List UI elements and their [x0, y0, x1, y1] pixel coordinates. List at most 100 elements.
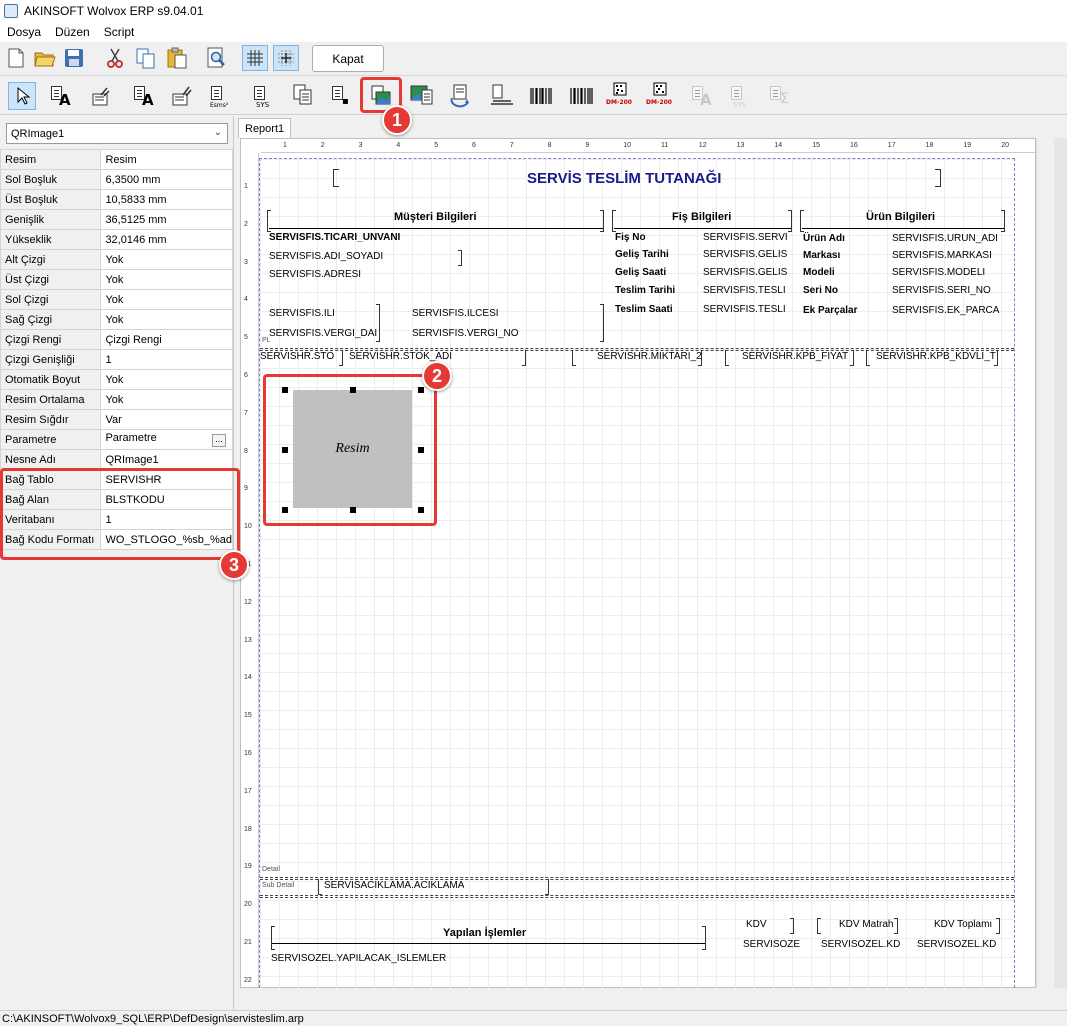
letter-a-icon-3: A: [700, 91, 712, 109]
property-row[interactable]: Resim Ortalama Yok: [0, 389, 233, 410]
property-row[interactable]: Parametre Parametre...: [0, 429, 233, 450]
barcode2-tool[interactable]: [568, 82, 596, 110]
property-value[interactable]: Yok: [100, 249, 233, 270]
property-row[interactable]: Çizgi Genişliği 1: [0, 349, 233, 370]
disabled-text-tool: A: [688, 82, 716, 110]
preview-button[interactable]: [203, 45, 229, 71]
ruler-tick-label: 17: [887, 142, 896, 149]
property-value[interactable]: Yok: [100, 309, 233, 330]
property-value[interactable]: Yok: [100, 269, 233, 290]
ruler-tick-label: 2: [320, 142, 325, 149]
bottom-scroll-area: [240, 988, 1054, 1008]
property-row[interactable]: Resim Resim: [0, 149, 233, 170]
ruler-tick-label: 16: [244, 750, 252, 757]
property-key: Çizgi Rengi: [0, 329, 102, 350]
db-text-tool[interactable]: A: [130, 82, 158, 110]
chevron-down-icon[interactable]: ⌄: [214, 127, 222, 138]
highlight-image-control: [263, 374, 437, 526]
ruler-tick-label: 4: [396, 142, 401, 149]
property-value[interactable]: Yok: [100, 389, 233, 410]
property-value-text: QRImage1: [105, 453, 159, 466]
property-row[interactable]: Genişlik 36,5125 mm: [0, 209, 233, 230]
db-image-tool[interactable]: [408, 82, 436, 110]
property-value[interactable]: 6,3500 mm: [100, 169, 233, 190]
property-row[interactable]: Nesne Adı QRImage1: [0, 449, 233, 470]
datamatrix-tool[interactable]: DM-200: [606, 82, 634, 110]
sys-label-2: SYS: [733, 101, 747, 109]
ruler-tick-label: 10: [623, 142, 631, 149]
property-row[interactable]: Alt Çizgi Yok: [0, 249, 233, 270]
property-row[interactable]: Sağ Çizgi Yok: [0, 309, 233, 330]
ruler-tick-label: 13: [244, 636, 252, 644]
property-value[interactable]: Resim: [100, 149, 233, 170]
property-value[interactable]: 32,0146 mm: [100, 229, 233, 250]
db-label-tool[interactable]: [90, 82, 118, 110]
grid-toggle-button[interactable]: [242, 45, 268, 71]
pointer-tool[interactable]: [8, 82, 36, 110]
property-value[interactable]: 1: [100, 349, 233, 370]
menu-script[interactable]: Script: [97, 25, 142, 39]
property-row[interactable]: Sol Çizgi Yok: [0, 289, 233, 310]
memo-tool[interactable]: [290, 82, 318, 110]
ruler-tick-label: 13: [736, 142, 745, 149]
property-value[interactable]: Yok: [100, 369, 233, 390]
datamatrix2-tool[interactable]: DM-200: [646, 82, 674, 110]
tab-report1[interactable]: Report1: [238, 118, 292, 138]
property-value[interactable]: Çizgi Rengi: [100, 329, 233, 350]
window-title: AKINSOFT Wolvox ERP s9.04.01: [24, 4, 204, 18]
property-row[interactable]: Yükseklik 32,0146 mm: [0, 229, 233, 250]
sysdata-tool[interactable]: SYS: [250, 82, 278, 110]
status-path: C:\AKINSOFT\Wolvox9_SQL\ERP\DefDesign\se…: [2, 1013, 304, 1025]
property-value[interactable]: 10,5833 mm: [100, 189, 233, 210]
highlight-binding-props: [0, 468, 240, 560]
cut-button[interactable]: [102, 45, 128, 71]
report-design-area[interactable]: 1 2 3 4 5 6 7 8 9 10 11 12 13 14 15 16 17 18 19 20 12345678…: [240, 138, 1036, 988]
property-value-text: Var: [105, 413, 122, 426]
ruler-tick-label: 7: [509, 142, 514, 149]
label-tool[interactable]: A: [47, 82, 75, 110]
copy-button[interactable]: [133, 45, 159, 71]
property-row[interactable]: Otomatik Boyut Yok: [0, 369, 233, 390]
property-value[interactable]: 36,5125 mm: [100, 209, 233, 230]
property-value[interactable]: Var: [100, 409, 233, 430]
property-key: Resim Ortalama: [0, 389, 102, 410]
esms-tool[interactable]: Esms²: [207, 82, 235, 110]
snap-grid-button[interactable]: [273, 45, 299, 71]
property-value-text: 6,3500 mm: [105, 173, 161, 186]
property-row[interactable]: Çizgi Rengi Çizgi Rengi: [0, 329, 233, 350]
property-row[interactable]: Üst Boşluk 10,5833 mm: [0, 189, 233, 210]
property-key: Sol Boşluk: [0, 169, 102, 190]
ruler-tick-label: 12: [244, 598, 252, 606]
property-value[interactable]: Yok: [100, 289, 233, 310]
property-row[interactable]: Sol Boşluk 6,3500 mm: [0, 169, 233, 190]
object-selector[interactable]: QRImage1 ⌄: [6, 123, 228, 144]
property-row[interactable]: Resim Sığdır Var: [0, 409, 233, 430]
expr-tool[interactable]: [170, 82, 198, 110]
ruler-tick-label: 14: [774, 142, 783, 149]
right-edge: [1054, 138, 1067, 988]
paste-button[interactable]: [164, 45, 190, 71]
grid-icon: [247, 50, 263, 66]
property-value[interactable]: QRImage1: [100, 449, 233, 470]
save-button[interactable]: [61, 45, 87, 71]
menu-duzen[interactable]: Düzen: [48, 25, 97, 39]
property-row[interactable]: Üst Çizgi Yok: [0, 269, 233, 290]
menu-dosya[interactable]: Dosya: [0, 25, 48, 39]
ruler-tick-label: 20: [1001, 142, 1009, 149]
dm-label-1: DM-200: [606, 99, 632, 106]
shape-tool[interactable]: [488, 82, 516, 110]
new-file-button[interactable]: [3, 45, 29, 71]
richtext-tool[interactable]: ▪: [328, 82, 356, 110]
open-button[interactable]: [32, 45, 58, 71]
ruler-tick-label: 11: [661, 142, 669, 149]
dm-label-2: DM-200: [646, 99, 672, 106]
ellipsis-button[interactable]: ...: [212, 434, 226, 447]
property-value[interactable]: Parametre...: [100, 429, 233, 450]
close-button[interactable]: Kapat: [312, 45, 384, 72]
subreport-icon: [450, 84, 469, 108]
ruler-tick-label: 7: [244, 409, 248, 417]
vertical-scrollbar[interactable]: [1036, 138, 1054, 988]
barcode-tool[interactable]: [528, 82, 556, 110]
ruler-tick-label: 15: [244, 712, 252, 720]
subreport-tool[interactable]: [448, 82, 476, 110]
